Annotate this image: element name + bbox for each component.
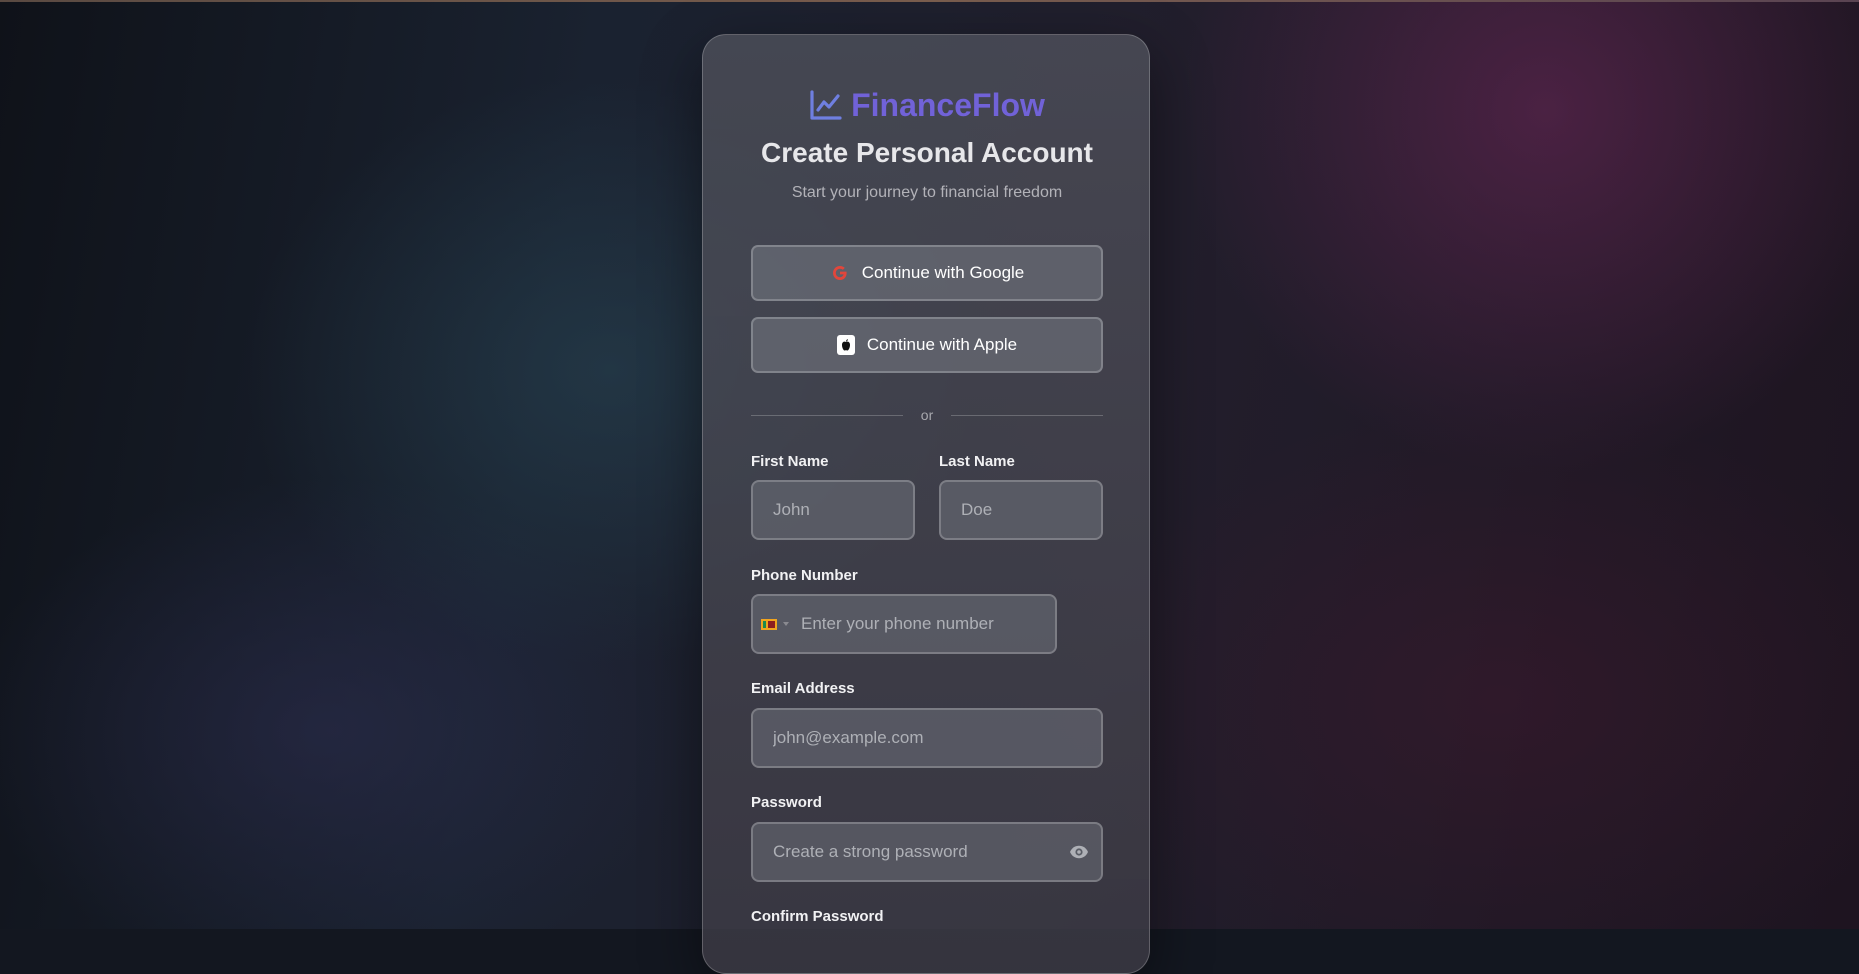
page-subtitle: Start your journey to financial freedom bbox=[791, 184, 1063, 201]
line-chart-icon bbox=[810, 90, 842, 120]
apple-icon bbox=[836, 335, 855, 355]
continue-with-google-button[interactable]: Continue with Google bbox=[751, 245, 1103, 301]
last-name-label: Last Name bbox=[939, 453, 1015, 470]
or-divider: or bbox=[751, 405, 1104, 425]
apple-button-label: Continue with Apple bbox=[866, 335, 1018, 354]
divider-line-right bbox=[951, 414, 1104, 416]
confirm-password-label: Confirm Password bbox=[751, 908, 884, 925]
top-accent-line bbox=[0, 0, 1859, 2]
eye-icon[interactable] bbox=[1069, 842, 1089, 862]
first-name-label: First Name bbox=[751, 453, 829, 470]
divider-text: or bbox=[920, 407, 934, 423]
password-input[interactable] bbox=[751, 822, 1103, 882]
brand-name: FinanceFlow bbox=[851, 86, 1045, 123]
google-button-label: Continue with Google bbox=[861, 263, 1025, 282]
page-title: Create Personal Account bbox=[761, 137, 1093, 168]
brand-logo: FinanceFlow bbox=[703, 87, 1151, 123]
password-field bbox=[751, 822, 1103, 882]
signup-card: FinanceFlow Create Personal Account Star… bbox=[702, 34, 1150, 974]
phone-number-label: Phone Number bbox=[751, 567, 858, 584]
password-label: Password bbox=[751, 794, 822, 811]
divider-line-left bbox=[751, 414, 903, 416]
phone-field bbox=[751, 594, 1057, 654]
continue-with-apple-button[interactable]: Continue with Apple bbox=[751, 317, 1103, 373]
phone-number-input[interactable] bbox=[789, 596, 1055, 652]
country-flag-icon[interactable] bbox=[761, 618, 777, 630]
email-label: Email Address bbox=[751, 680, 855, 697]
last-name-input[interactable] bbox=[939, 480, 1103, 540]
email-input[interactable] bbox=[751, 708, 1103, 768]
google-icon bbox=[832, 266, 847, 280]
first-name-input[interactable] bbox=[751, 480, 915, 540]
